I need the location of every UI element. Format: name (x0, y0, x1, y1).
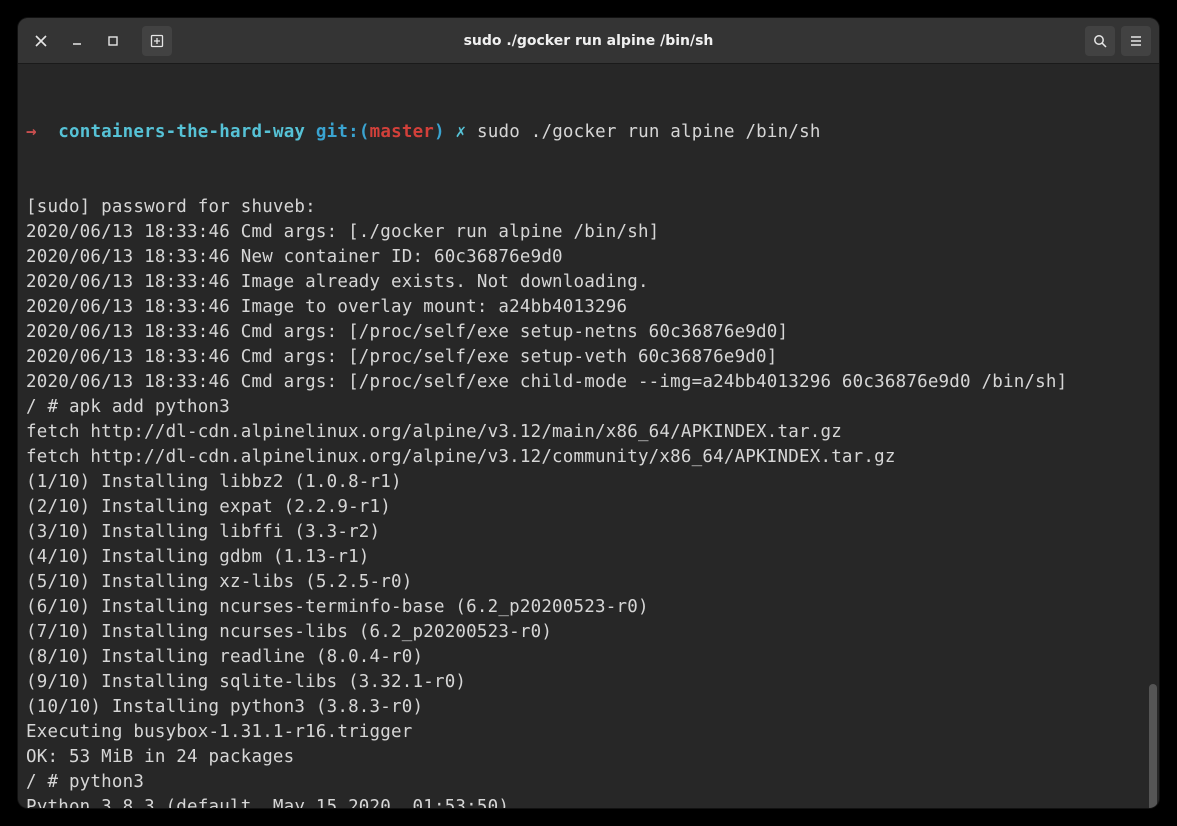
output-line: 2020/06/13 18:33:46 Cmd args: [/proc/sel… (26, 320, 1151, 345)
output-line: 2020/06/13 18:33:46 New container ID: 60… (26, 245, 1151, 270)
search-button[interactable] (1085, 26, 1115, 56)
new-tab-button[interactable] (142, 26, 172, 56)
prompt-paren-open: ( (359, 122, 370, 142)
window-title: sudo ./gocker run alpine /bin/sh (18, 33, 1159, 49)
output-line: / # python3 (26, 770, 1151, 795)
output-line: (5/10) Installing xz-libs (5.2.5-r0) (26, 570, 1151, 595)
output-line: OK: 53 MiB in 24 packages (26, 745, 1151, 770)
terminal-window: sudo ./gocker run alpine /bin/sh → conta… (18, 18, 1159, 808)
scrollbar[interactable] (1149, 684, 1157, 808)
output-line: fetch http://dl-cdn.alpinelinux.org/alpi… (26, 445, 1151, 470)
menu-button[interactable] (1121, 26, 1151, 56)
output-line: Executing busybox-1.31.1-r16.trigger (26, 720, 1151, 745)
maximize-button[interactable] (98, 26, 128, 56)
terminal-content[interactable]: → containers-the-hard-way git:(master) ✗… (18, 64, 1159, 808)
output-line: 2020/06/13 18:33:46 Image already exists… (26, 270, 1151, 295)
output-line: 2020/06/13 18:33:46 Cmd args: [/proc/sel… (26, 370, 1151, 395)
output-line: (8/10) Installing readline (8.0.4-r0) (26, 645, 1151, 670)
output-line: 2020/06/13 18:33:46 Cmd args: [./gocker … (26, 220, 1151, 245)
prompt-arrow: → (26, 122, 37, 142)
prompt-line: → containers-the-hard-way git:(master) ✗… (26, 120, 1151, 145)
output-line: / # apk add python3 (26, 395, 1151, 420)
prompt-dir: containers-the-hard-way (58, 122, 305, 142)
titlebar: sudo ./gocker run alpine /bin/sh (18, 18, 1159, 64)
prompt-branch: master (370, 122, 434, 142)
output-line: (9/10) Installing sqlite-libs (3.32.1-r0… (26, 670, 1151, 695)
output-line: fetch http://dl-cdn.alpinelinux.org/alpi… (26, 420, 1151, 445)
output-line: 2020/06/13 18:33:46 Image to overlay mou… (26, 295, 1151, 320)
prompt-command: sudo ./gocker run alpine /bin/sh (477, 122, 821, 142)
output-line: Python 3.8.3 (default, May 15 2020, 01:5… (26, 795, 1151, 808)
prompt-paren-close: ) (434, 122, 445, 142)
close-button[interactable] (26, 26, 56, 56)
prompt-git-label: git: (316, 122, 359, 142)
output-line: (6/10) Installing ncurses-terminfo-base … (26, 595, 1151, 620)
output-line: [sudo] password for shuveb: (26, 195, 1151, 220)
prompt-symbol: ✗ (456, 122, 467, 142)
output-line: (7/10) Installing ncurses-libs (6.2_p202… (26, 620, 1151, 645)
output-line: (10/10) Installing python3 (3.8.3-r0) (26, 695, 1151, 720)
output-line: (4/10) Installing gdbm (1.13-r1) (26, 545, 1151, 570)
output-line: (2/10) Installing expat (2.2.9-r1) (26, 495, 1151, 520)
output-line: (1/10) Installing libbz2 (1.0.8-r1) (26, 470, 1151, 495)
output-line: (3/10) Installing libffi (3.3-r2) (26, 520, 1151, 545)
minimize-button[interactable] (62, 26, 92, 56)
output-line: 2020/06/13 18:33:46 Cmd args: [/proc/sel… (26, 345, 1151, 370)
